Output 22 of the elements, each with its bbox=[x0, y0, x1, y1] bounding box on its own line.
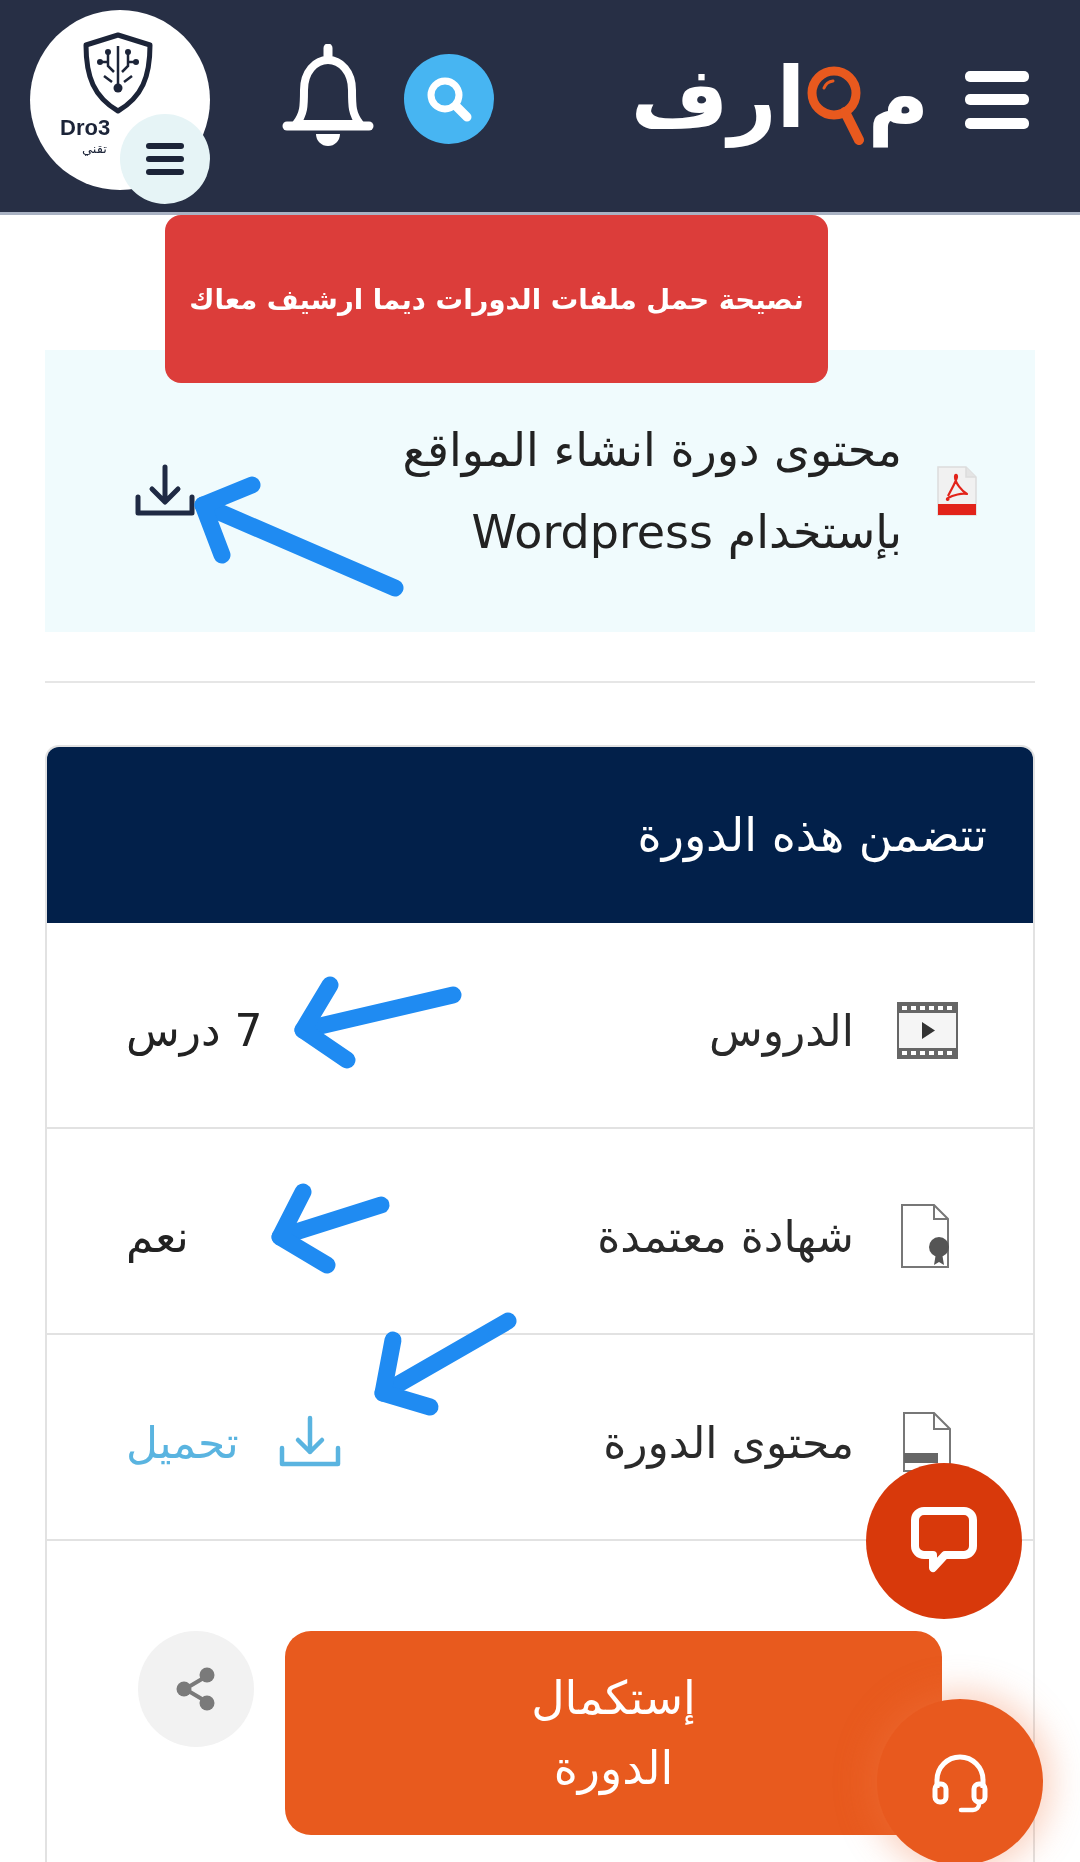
share-icon bbox=[176, 1667, 216, 1711]
film-icon bbox=[896, 1001, 958, 1059]
row-label: الدروس bbox=[709, 1004, 854, 1056]
download-icon[interactable] bbox=[134, 463, 196, 519]
menu-icon[interactable] bbox=[965, 71, 1029, 129]
continue-button[interactable]: إستكمال الدورة bbox=[285, 1631, 942, 1835]
shield-icon bbox=[82, 32, 154, 114]
notice-banner: نصيحة حمل ملفات الدورات ديما ارشيف معاك bbox=[165, 215, 828, 383]
brand-text: تقني bbox=[82, 140, 107, 158]
file-title: محتوى دورة انشاء المواقع بإستخدام Wordpress bbox=[401, 422, 902, 561]
file-icon bbox=[902, 1411, 952, 1473]
row-label: محتوى الدورة bbox=[603, 1416, 854, 1468]
brand-text: Dro3 bbox=[60, 116, 111, 140]
search-icon[interactable] bbox=[404, 54, 494, 144]
menu-icon bbox=[146, 143, 184, 175]
row-label: شهادة معتمدة bbox=[597, 1210, 854, 1262]
row-value: نعم bbox=[126, 1210, 189, 1262]
card-header: تتضمن هذه الدورة bbox=[47, 747, 1033, 923]
logo[interactable]: م ارف bbox=[630, 48, 929, 148]
bell-icon[interactable] bbox=[282, 44, 374, 148]
row-value: 7 درس bbox=[126, 1004, 263, 1056]
pdf-icon bbox=[937, 466, 977, 516]
